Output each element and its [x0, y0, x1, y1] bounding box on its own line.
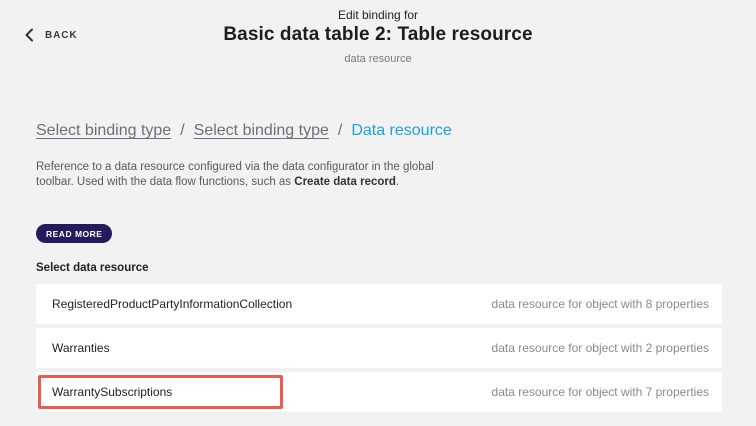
read-more-button[interactable]: READ MORE	[36, 224, 113, 243]
resource-meta: data resource for object with 7 properti…	[491, 385, 709, 399]
page-subtitle: data resource	[344, 53, 412, 65]
breadcrumb-separator: /	[337, 122, 343, 139]
breadcrumb-link-2[interactable]: Select binding type	[194, 122, 329, 140]
breadcrumb-link-1[interactable]: Select binding type	[36, 122, 171, 140]
resource-meta: data resource for object with 2 properti…	[491, 341, 709, 355]
description-bold: Create data record	[294, 176, 396, 188]
resource-meta: data resource for object with 8 properti…	[491, 297, 709, 311]
list-item[interactable]: RegisteredProductPartyInformationCollect…	[36, 284, 722, 324]
header-supertitle: Edit binding for	[337, 8, 419, 22]
section-label: Select data resource	[36, 262, 149, 274]
breadcrumb-separator: /	[180, 122, 185, 139]
resource-name: Warranties	[52, 341, 110, 355]
list-item[interactable]: Warranties data resource for object with…	[36, 328, 722, 368]
breadcrumb-current: Data resource	[351, 122, 452, 139]
data-resource-list: RegisteredProductPartyInformationCollect…	[36, 284, 722, 416]
description: Reference to a data resource configured …	[36, 160, 436, 190]
header: BACK Edit binding for Basic data table 2…	[0, 0, 756, 80]
list-item-highlighted[interactable]: WarrantySubscriptions data resource for …	[36, 372, 722, 412]
resource-name: RegisteredProductPartyInformationCollect…	[52, 297, 293, 311]
breadcrumb: Select binding type / Select binding typ…	[36, 122, 452, 140]
page-title: Basic data table 2: Table resource	[223, 24, 533, 45]
description-end: .	[395, 176, 400, 188]
resource-name: WarrantySubscriptions	[52, 385, 173, 399]
